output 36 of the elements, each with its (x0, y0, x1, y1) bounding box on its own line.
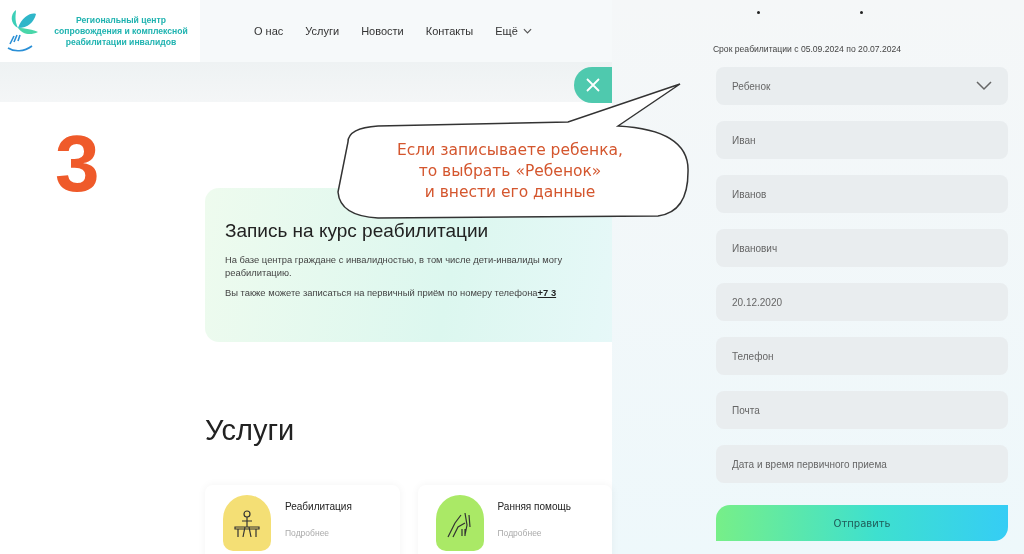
card-text: Вы также можете записаться на первичный приём по номеру телефона (225, 287, 538, 298)
nav-link[interactable]: Услуги (305, 25, 340, 37)
callout-text: Если записываете ребенка, то выбрать «Ребенок» и внести его данные (396, 140, 624, 203)
service-card[interactable]: Реабилитация Подробнее (205, 485, 400, 554)
select-field[interactable]: Ребенок (716, 67, 1008, 105)
input-field[interactable]: Иванович (716, 229, 1008, 267)
service-name: Реабилитация (285, 501, 352, 512)
card-text: реабилитацию. (225, 267, 293, 279)
card-text: На базе центра граждане с инвалидностью, в том числе дети-инвалиды могу (225, 254, 564, 266)
close-button[interactable] (574, 67, 612, 103)
more-menu[interactable]: Ещё (495, 25, 532, 37)
chevron-down-icon (976, 81, 992, 91)
logo-text: Региональный центр сопровождения и комплексной реабилитации инвалидов (53, 14, 189, 48)
dot-icon (757, 11, 760, 14)
service-card[interactable]: Ранняя помощь Подробнее (417, 485, 612, 554)
caret-icon (522, 28, 532, 34)
logo-icon (6, 8, 40, 54)
input-field[interactable]: Иван (716, 121, 1008, 159)
service-name: Ранняя помощь (497, 501, 571, 512)
step-number: 3 (55, 124, 100, 204)
input-field[interactable]: Почта (716, 391, 1008, 429)
dot-icon (860, 11, 863, 14)
section-title: Услуги (205, 414, 296, 447)
close-icon (586, 78, 600, 92)
nav-link[interactable]: Контакты (425, 25, 474, 37)
card-title: Запись на курс реабилитации (225, 220, 490, 242)
nav-link[interactable]: Новости (361, 25, 404, 37)
bench-exercise-icon (232, 509, 262, 539)
input-field[interactable]: Дата и время первичного приема (716, 445, 1008, 483)
input-field[interactable]: 20.12.2020 (716, 283, 1008, 321)
submit-button[interactable]: Отправить (716, 505, 1008, 541)
nav-link[interactable]: О нас (254, 25, 284, 37)
phone-link[interactable]: +7 3 (537, 287, 557, 298)
input-field[interactable]: Телефон (716, 337, 1008, 375)
period-text: Срок реабилитации с 05.09.2024 по 20.07.2024 (712, 44, 902, 54)
input-field[interactable]: Иванов (716, 175, 1008, 213)
